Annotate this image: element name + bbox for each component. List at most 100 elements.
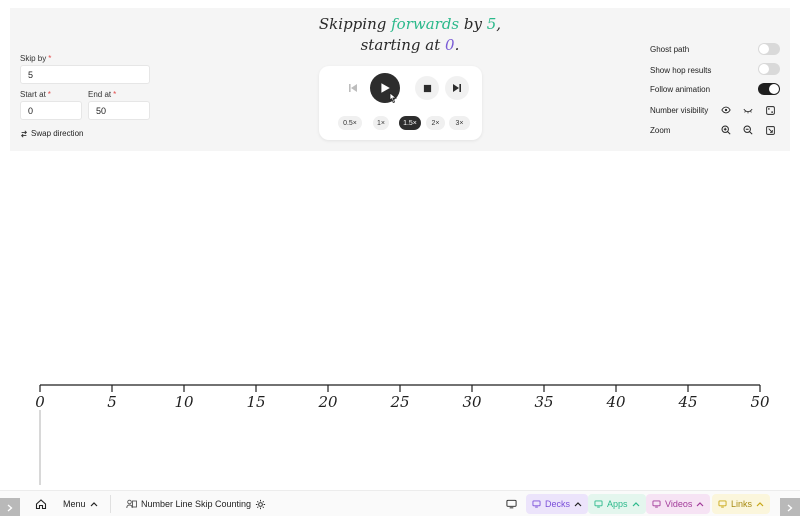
number-visibility-label: Number visibility: [650, 106, 709, 115]
monitor-icon: [718, 500, 727, 508]
required-mark: *: [47, 90, 51, 99]
number-line-tick-label: 50: [750, 393, 770, 411]
headline-text: ,: [496, 15, 502, 33]
start-at-label-text: Start at: [20, 90, 46, 99]
toggle-knob: [759, 64, 769, 74]
chevron-up-icon: [756, 502, 764, 507]
monitor-icon: [594, 500, 603, 508]
activity-title-text: Number Line Skip Counting: [141, 499, 252, 509]
follow-animation-toggle[interactable]: [758, 83, 780, 95]
decks-label: Decks: [545, 499, 571, 509]
fit-to-screen-button[interactable]: [763, 123, 777, 137]
chevron-up-icon: [574, 502, 582, 507]
ghost-path-toggle[interactable]: [758, 43, 780, 55]
decks-button[interactable]: Decks: [526, 494, 589, 514]
number-line-tick-label: 15: [246, 393, 265, 411]
number-line: 0 5 10 15 20 25 30 35 40 45 50: [35, 384, 770, 485]
number-line-tick-label: 20: [317, 393, 338, 411]
number-line-tick-label: 0: [35, 393, 45, 411]
swap-direction-text: Swap direction: [31, 129, 84, 138]
chevron-up-icon: [632, 502, 639, 507]
headline-line-2: starting at 0.: [260, 35, 560, 56]
headline-text: .: [454, 36, 460, 54]
videos-label: Videos: [665, 499, 693, 509]
zoom-label: Zoom: [650, 126, 671, 135]
collapse-left-button[interactable]: [0, 498, 20, 516]
start-value-word: 0: [445, 36, 455, 54]
activity-title: Number Line Skip Counting: [126, 495, 251, 513]
videos-button[interactable]: Videos: [646, 494, 711, 514]
show-hop-results-label: Show hop results: [650, 66, 712, 75]
links-button[interactable]: Links: [712, 494, 771, 514]
stop-button[interactable]: [415, 76, 439, 100]
zoom-out-button[interactable]: [741, 123, 755, 137]
speed-option-3[interactable]: 3×: [449, 116, 470, 130]
home-icon: [35, 499, 47, 510]
apps-button[interactable]: Apps: [588, 494, 646, 514]
required-mark: *: [113, 90, 117, 99]
start-at-input[interactable]: 0: [20, 101, 82, 120]
direction-word: forwards: [391, 15, 460, 33]
present-button[interactable]: [506, 495, 517, 513]
monitor-icon: [652, 500, 661, 508]
toggle-knob: [769, 84, 779, 94]
menu-button[interactable]: Menu: [63, 495, 98, 513]
number-line-tick-label: 35: [534, 393, 553, 411]
skip-by-label-text: Skip by: [20, 54, 47, 63]
start-at-label: Start at *: [20, 90, 51, 99]
chevron-right-icon: [7, 504, 13, 512]
skip-forward-icon: [453, 84, 461, 92]
app-page: Skipping forwards by 5, starting at 0. S…: [0, 0, 800, 516]
skip-by-input[interactable]: 5: [20, 65, 150, 84]
apps-label: Apps: [607, 499, 628, 509]
control-panel: Skipping forwards by 5, starting at 0. S…: [10, 8, 790, 151]
monitor-icon: [532, 500, 541, 508]
skip-back-icon: [349, 84, 357, 92]
number-line-tick-label: 25: [389, 393, 409, 411]
headline-text: starting at: [360, 36, 446, 54]
number-line-ticks: 0 5 10 15 20 25 30 35 40 45 50: [35, 385, 770, 411]
collapse-right-button[interactable]: [780, 498, 800, 516]
skip-to-end-button[interactable]: [445, 76, 469, 100]
animation-player: 0.5× 1× 1.5× 2× 3×: [319, 66, 482, 140]
chevron-up-icon: [696, 502, 704, 507]
speed-option-0-5[interactable]: 0.5×: [338, 116, 362, 130]
end-at-input[interactable]: 50: [88, 101, 150, 120]
eye-closed-icon: [743, 108, 753, 114]
people-icon: [126, 499, 137, 509]
follow-animation-label: Follow animation: [650, 85, 711, 94]
skip-counting-headline: Skipping forwards by 5, starting at 0.: [260, 14, 560, 56]
skip-to-start-button[interactable]: [341, 76, 365, 100]
cursor-pointer-icon: [389, 92, 398, 103]
speed-option-1[interactable]: 1×: [373, 116, 389, 130]
menu-label: Menu: [63, 499, 86, 509]
number-line-tick-label: 5: [107, 393, 117, 411]
settings-button[interactable]: [255, 495, 266, 513]
home-button[interactable]: [35, 495, 47, 513]
chevron-up-icon: [90, 502, 97, 507]
ghost-path-label: Ghost path: [650, 45, 690, 54]
links-label: Links: [731, 499, 753, 509]
number-line-tick-label: 10: [174, 393, 194, 411]
number-line-tick-label: 40: [605, 393, 626, 411]
hide-numbers-button[interactable]: [741, 103, 755, 117]
zoom-in-button[interactable]: [719, 123, 733, 137]
monitor-icon: [506, 499, 517, 509]
speed-option-2[interactable]: 2×: [426, 116, 445, 130]
stop-icon: [423, 84, 431, 92]
headline-text: by: [459, 15, 487, 33]
number-line-tick-label: 45: [677, 393, 697, 411]
show-numbers-button[interactable]: [719, 103, 733, 117]
bottom-toolbar: Menu Number Line Skip Counting Decks App…: [0, 490, 800, 516]
eye-icon: [721, 106, 731, 114]
speed-option-1-5[interactable]: 1.5×: [399, 116, 421, 130]
skip-by-label: Skip by *: [20, 54, 51, 63]
swap-direction-button[interactable]: Swap direction: [20, 129, 83, 138]
end-at-label: End at *: [88, 90, 116, 99]
show-hop-results-toggle[interactable]: [758, 63, 780, 75]
gear-icon: [255, 499, 266, 509]
zoom-in-icon: [721, 125, 731, 135]
zoom-out-icon: [743, 125, 753, 135]
chevron-right-icon: [787, 504, 793, 512]
random-numbers-button[interactable]: [763, 103, 777, 117]
